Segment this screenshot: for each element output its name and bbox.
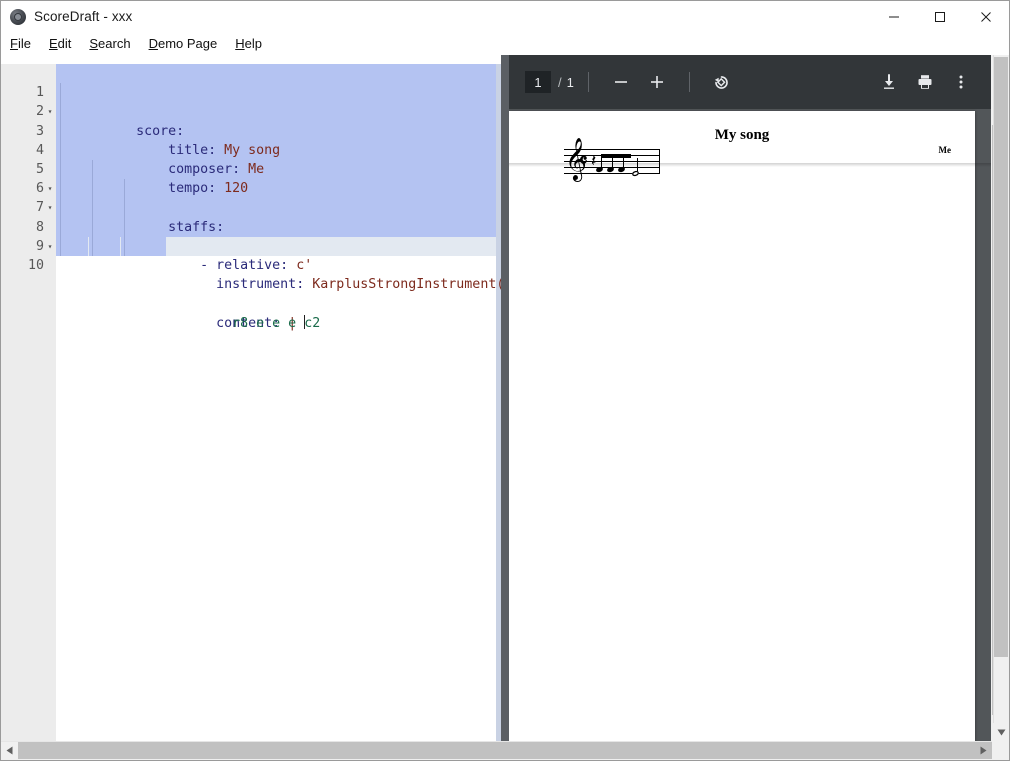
window-horizontal-scroll-thumb[interactable] [18, 742, 992, 759]
menu-accel-file: F [10, 36, 18, 51]
code-line-2[interactable]: 2 title: My song [36, 83, 496, 158]
menu-item-search[interactable]: Search [89, 34, 139, 53]
code-line-9[interactable]: 9 r8 e e e c2 [36, 217, 496, 331]
menu-rest-help: elp [244, 36, 262, 51]
fold-marker-6[interactable]: ▾ [45, 198, 55, 217]
toolbar-divider-1 [587, 72, 589, 92]
note-beam [601, 154, 631, 158]
menu-item-demo-page[interactable]: Demo Page [149, 34, 227, 53]
menu-rest-file: ile [17, 36, 31, 51]
window-horizontal-scrollbar[interactable] [1, 741, 1009, 760]
menu-rest-demo-page: emo Page [157, 36, 218, 51]
code-line-1-text: score: [136, 123, 185, 139]
title-bar: ScoreDraft - xxx [1, 1, 1009, 32]
code-line-6[interactable]: 6 ▾ - relative: c' [36, 159, 496, 273]
notehead-4 [631, 169, 640, 178]
notehead-3 [617, 165, 626, 174]
code-line-9-text: r8 e e e c2 [232, 315, 321, 331]
close-button[interactable] [963, 1, 1009, 32]
music-staff: 𝄞 𝄴 𝄽 [564, 140, 660, 185]
toolbar-divider-2 [688, 72, 690, 92]
scoredraft-logo-icon [10, 8, 26, 25]
menu-accel-edit: E [48, 36, 58, 51]
main-split: 1 ▾ score: 2 title: My song 3 composer: … [1, 55, 1009, 741]
fold-marker-5[interactable]: ▾ [45, 179, 55, 198]
menu-bar: File Edit Search Demo Page Help [1, 32, 1009, 55]
line-number-gutter-empty [1, 305, 56, 741]
barline-icon [659, 149, 660, 174]
line-number-9: 9 [35, 238, 44, 254]
window-scroll-left-button[interactable] [1, 741, 18, 760]
code-line-4-text: tempo: 120 [168, 181, 249, 197]
rotate-counterclockwise-icon[interactable] [708, 68, 736, 96]
print-icon[interactable] [911, 68, 939, 96]
pdf-toolbar-right-group [871, 68, 991, 96]
split-divider[interactable] [501, 55, 509, 741]
code-text-area[interactable]: 1 ▾ score: 2 title: My song 3 composer: … [28, 64, 501, 741]
line-number-10: 10 [27, 257, 44, 273]
code-line-3-text: composer: Me [168, 161, 265, 177]
maximize-button[interactable] [917, 1, 963, 32]
window-vertical-scroll-thumb[interactable] [994, 57, 1008, 657]
menu-accel-demo-page: D [148, 36, 158, 51]
code-line-7[interactable]: 7 instrument: KarplusStrongInstrument() [36, 179, 501, 292]
menu-accel-search: S [89, 36, 99, 51]
common-time-signature-icon: 𝄴 [579, 150, 588, 172]
page-total-count: 1 [566, 74, 574, 90]
zoom-out-button[interactable] [607, 68, 635, 96]
code-line-8[interactable]: 8 ▾ content: | [36, 198, 496, 331]
toolbar-shadow [509, 163, 991, 167]
line-number-6: 6 [35, 181, 44, 197]
menu-rest-search: earch [98, 36, 131, 51]
window-title: ScoreDraft - xxx [34, 9, 133, 24]
page-number-input[interactable]: 1 [525, 71, 551, 93]
notehead-2 [606, 165, 615, 174]
window-scroll-down-button[interactable] [993, 723, 1009, 741]
pdf-page-1: My song Me 𝄞 𝄴 𝄽 [509, 111, 975, 741]
pdf-scroll-area[interactable]: My song Me 𝄞 𝄴 𝄽 [509, 109, 991, 741]
code-line-3[interactable]: 3 composer: Me [36, 102, 496, 177]
page-separator: / [558, 74, 562, 90]
pdf-toolbar: 1 / 1 [509, 55, 991, 109]
editor-top-strip [1, 55, 501, 64]
code-line-2-text: title: My song [168, 142, 281, 158]
window-scroll-right-button[interactable] [975, 741, 992, 760]
code-line-10[interactable]: 10 [28, 236, 496, 273]
score-composer: Me [938, 145, 952, 155]
window-controls [871, 1, 1009, 32]
fold-marker-1[interactable]: ▾ [45, 102, 55, 121]
line-number-3: 3 [35, 123, 44, 139]
eighth-rest-icon: 𝄽 [591, 151, 597, 171]
line-number-2: 2 [35, 104, 44, 120]
code-line-1[interactable]: 1 ▾ score: [36, 64, 496, 139]
minimize-button[interactable] [871, 1, 917, 32]
line-number-5: 5 [35, 161, 44, 177]
code-line-4[interactable]: 4 tempo: 120 [36, 121, 496, 196]
line-number-7: 7 [35, 200, 44, 216]
code-editor-pane[interactable]: 1 ▾ score: 2 title: My song 3 composer: … [1, 55, 501, 741]
pdf-viewer-pane: 1 / 1 My song Me 𝄞 𝄴 𝄽 [509, 55, 1009, 741]
line-number-1: 1 [35, 85, 44, 101]
menu-rest-edit: dit [57, 36, 72, 51]
menu-accel-help: H [235, 36, 245, 51]
more-vertical-icon[interactable] [947, 68, 975, 96]
notehead-1 [595, 165, 604, 174]
scrollbar-corner [992, 741, 1009, 760]
code-line-5-text: staffs: [168, 219, 225, 235]
code-line-7-text: instrument: KarplusStrongInstrument() [216, 277, 501, 293]
application-window: ScoreDraft - xxx File Edit Search Demo P… [0, 0, 1010, 761]
code-line-6-text: - relative: c' [200, 257, 313, 273]
line-number-8: 8 [35, 219, 44, 235]
menu-item-edit[interactable]: Edit [49, 34, 80, 53]
line-number-4: 4 [35, 142, 44, 158]
fold-marker-8[interactable]: ▾ [45, 237, 55, 256]
menu-item-file[interactable]: File [10, 34, 40, 53]
download-icon[interactable] [875, 68, 903, 96]
zoom-in-button[interactable] [643, 68, 671, 96]
menu-item-help[interactable]: Help [235, 34, 271, 53]
